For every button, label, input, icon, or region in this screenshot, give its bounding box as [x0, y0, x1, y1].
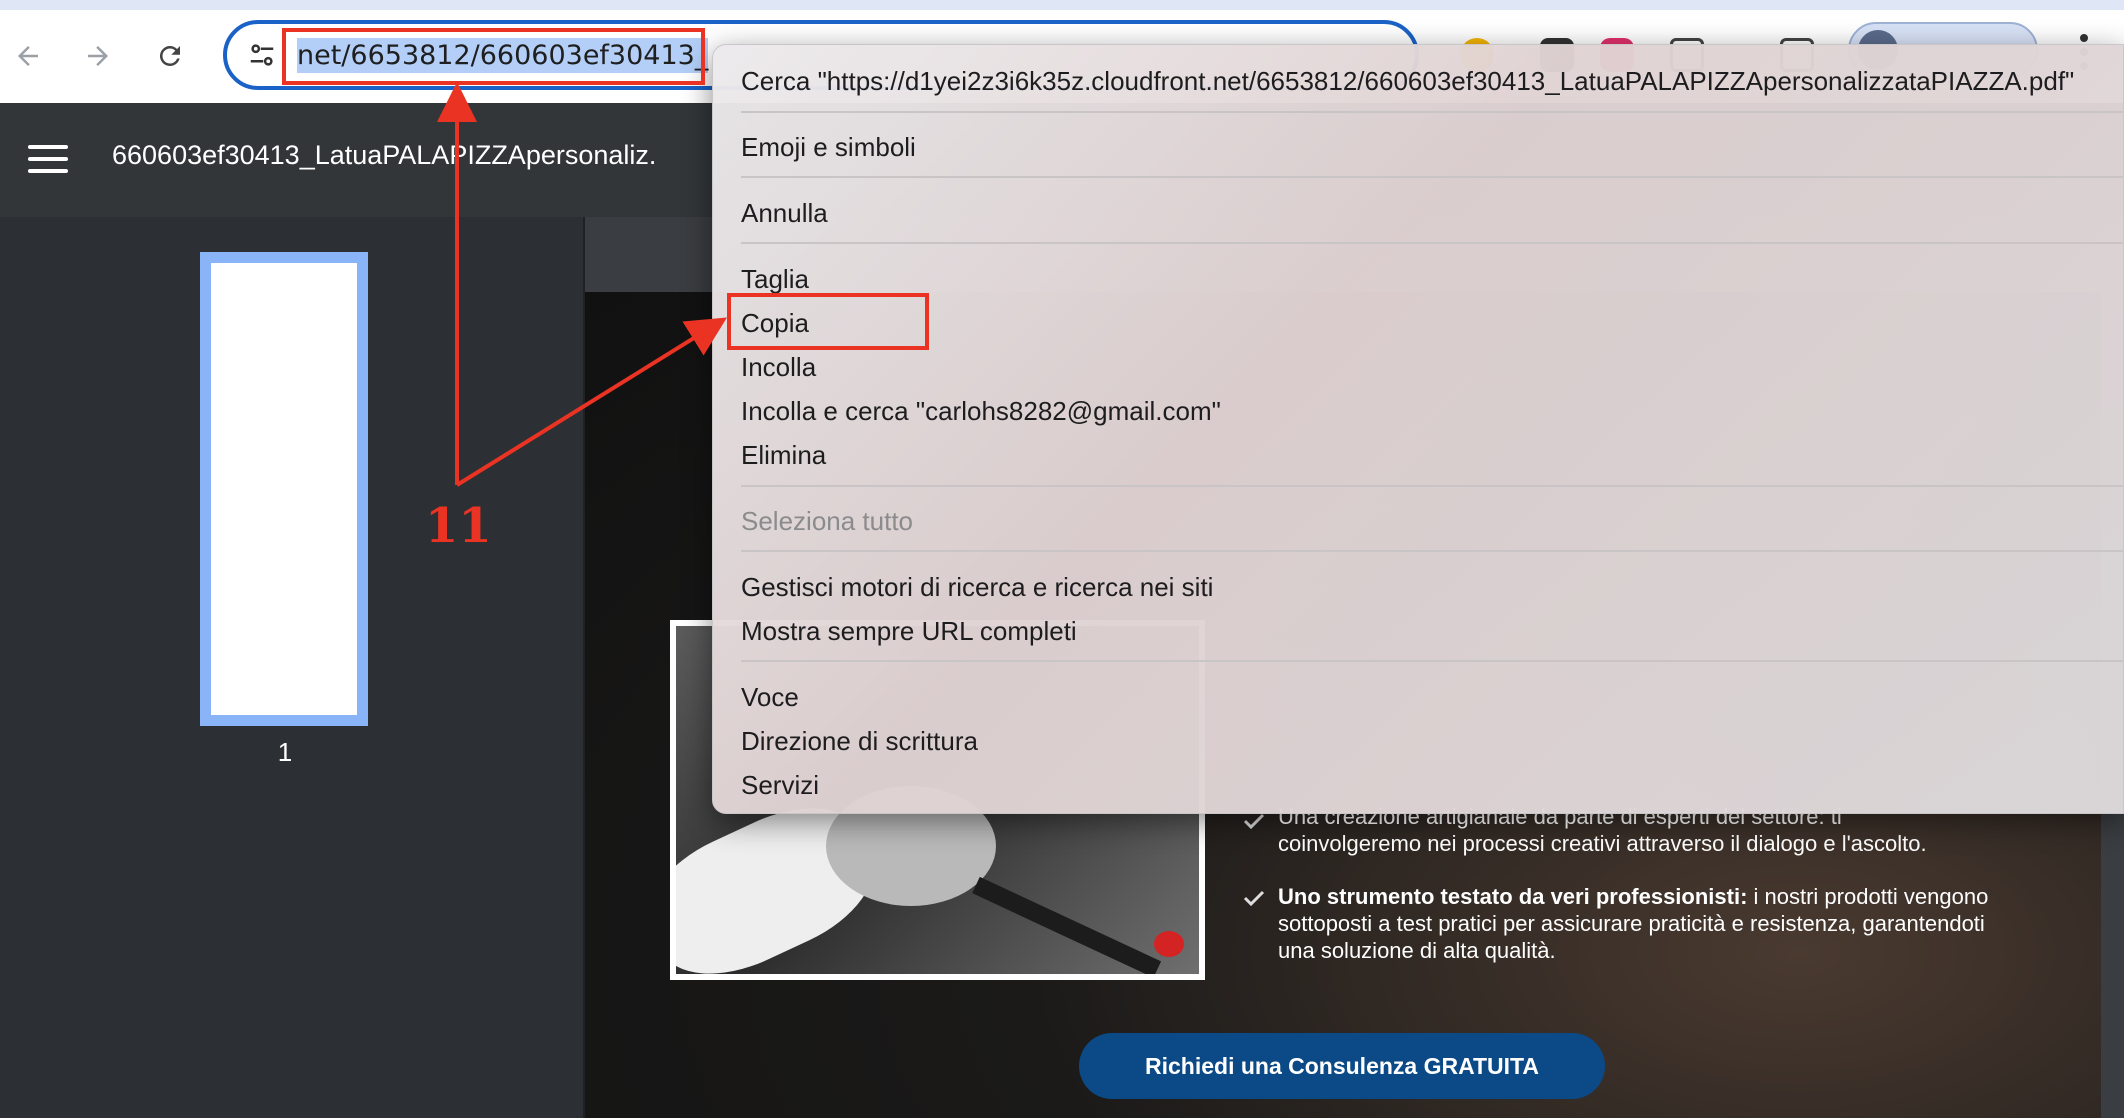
step-number-label: 11 — [425, 498, 492, 554]
annotation-arrows — [437, 82, 727, 487]
arrow-to-copy — [455, 317, 727, 487]
